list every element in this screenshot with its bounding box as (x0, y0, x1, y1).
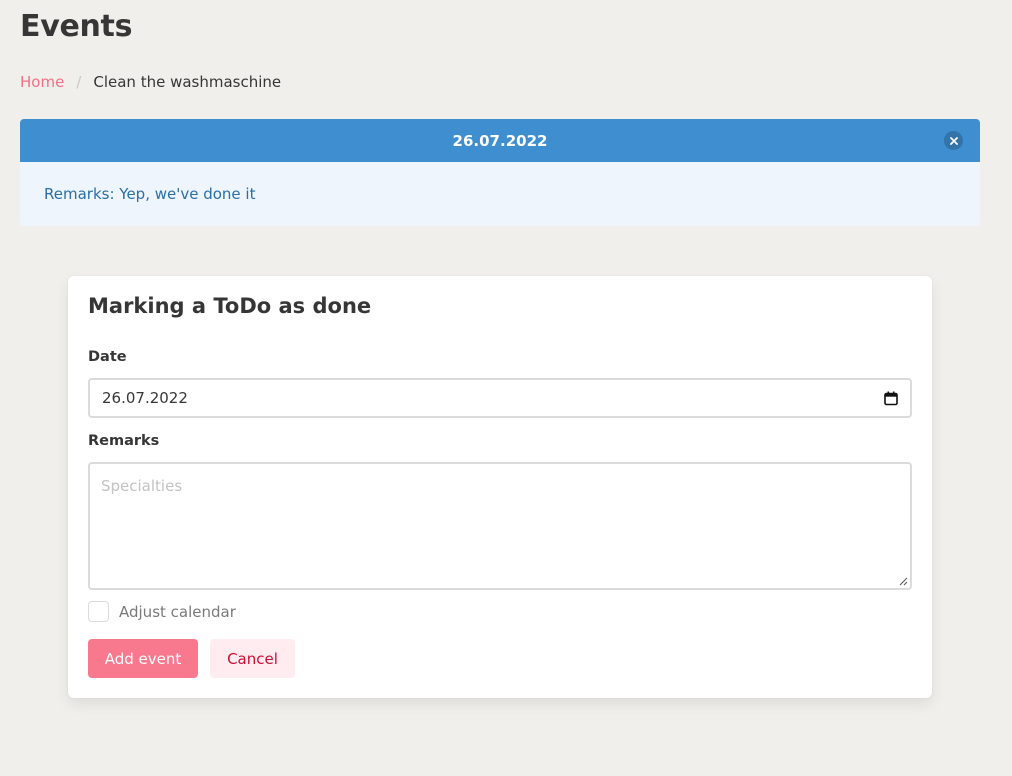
remarks-textarea[interactable]: Specialties (88, 462, 912, 590)
cancel-button[interactable]: Cancel (210, 639, 295, 678)
calendar-picker-button[interactable] (884, 391, 898, 406)
date-input[interactable]: 26.07.2022 (88, 378, 912, 418)
adjust-calendar-option: Adjust calendar (88, 601, 236, 622)
event-message: 26.07.2022 Remarks: Yep, we've done it (20, 119, 980, 226)
date-input-value: 26.07.2022 (102, 389, 188, 407)
event-message-body: Remarks: Yep, we've done it (44, 185, 256, 203)
form-title: Marking a ToDo as done (88, 294, 372, 318)
event-message-header: 26.07.2022 (20, 119, 980, 162)
breadcrumb-separator: / (76, 73, 82, 91)
breadcrumb-current: Clean the washmaschine (93, 73, 282, 91)
calendar-icon (884, 391, 898, 405)
event-date-title: 26.07.2022 (452, 131, 548, 150)
resize-grip-icon[interactable] (899, 577, 908, 586)
date-label: Date (88, 349, 127, 365)
add-event-button[interactable]: Add event (88, 639, 198, 678)
close-icon (949, 136, 958, 145)
adjust-calendar-checkbox[interactable] (88, 601, 109, 622)
mark-done-form-card: Marking a ToDo as done Date 26.07.2022 R… (68, 276, 932, 698)
adjust-calendar-label[interactable]: Adjust calendar (119, 603, 236, 621)
close-message-button[interactable] (944, 131, 963, 150)
remarks-placeholder: Specialties (101, 477, 183, 495)
remarks-label: Remarks (88, 433, 160, 449)
page-title: Events (20, 9, 133, 44)
breadcrumb: Home / Clean the washmaschine (20, 73, 281, 91)
breadcrumb-home-link[interactable]: Home (20, 73, 64, 91)
